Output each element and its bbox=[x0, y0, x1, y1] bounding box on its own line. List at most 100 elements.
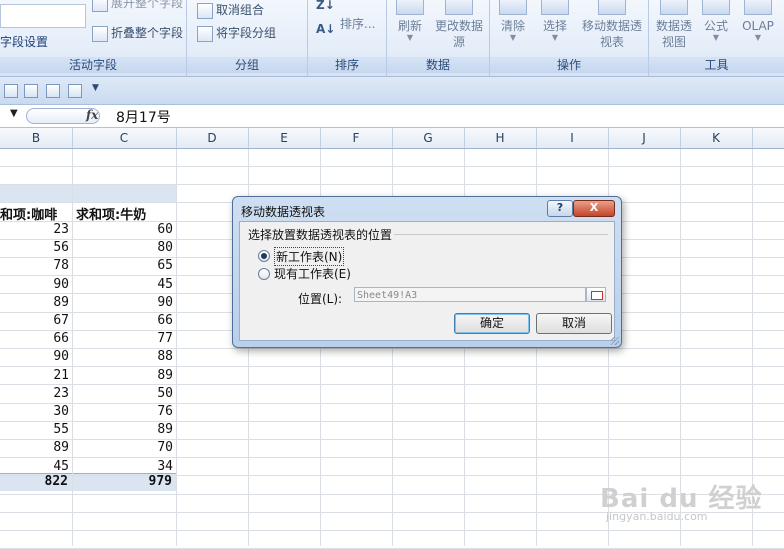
pivot-cell-coffee[interactable]: 78 bbox=[0, 258, 69, 273]
pivot-cell-milk[interactable]: 60 bbox=[72, 222, 173, 237]
pivot-cell-coffee[interactable]: 90 bbox=[0, 277, 69, 292]
ribbon-group-active-field: 字段设置 展开整个字段 折叠整个字段 活动字段 bbox=[0, 0, 187, 76]
sort-az-icon[interactable]: Z↓ bbox=[316, 0, 335, 12]
ribbon-group-data: 刷新 ▼ 更改数据源 数据 bbox=[387, 0, 490, 76]
pivot-cell-milk[interactable]: 76 bbox=[72, 404, 173, 419]
grid-icon[interactable] bbox=[68, 84, 82, 98]
refresh-icon bbox=[396, 0, 424, 15]
radio-new-sheet[interactable] bbox=[258, 250, 270, 262]
column-header-g[interactable]: G bbox=[392, 128, 465, 148]
move-pivot-button[interactable]: 移动数据透视表 bbox=[578, 0, 646, 50]
group-label-tools: 工具 bbox=[649, 57, 784, 73]
ribbon-group-grouping: 取消组合 将字段分组 分组 bbox=[187, 0, 308, 76]
refresh-button[interactable]: 刷新 ▼ bbox=[393, 0, 427, 42]
pivot-cell-milk[interactable]: 90 bbox=[72, 295, 173, 310]
table-icon[interactable] bbox=[4, 84, 18, 98]
field-settings-button[interactable]: 字段设置 bbox=[0, 33, 48, 50]
paint-icon[interactable] bbox=[46, 84, 60, 98]
pivot-cell-coffee[interactable]: 56 bbox=[0, 240, 69, 255]
help-button[interactable]: ? bbox=[547, 200, 573, 217]
column-header-i[interactable]: I bbox=[536, 128, 609, 148]
pivot-cell-milk[interactable]: 70 bbox=[72, 440, 173, 455]
active-field-input[interactable] bbox=[0, 4, 86, 28]
pivot-cell-coffee[interactable]: 23 bbox=[0, 386, 69, 401]
pivot-cell-coffee[interactable]: 89 bbox=[0, 295, 69, 310]
pivot-cell-coffee[interactable]: 23 bbox=[0, 222, 69, 237]
ungroup-button[interactable]: 取消组合 bbox=[197, 1, 264, 19]
sort-button[interactable]: 排序... bbox=[340, 15, 375, 32]
pivot-cell-milk[interactable]: 50 bbox=[72, 386, 173, 401]
expand-field-button[interactable]: 展开整个字段 bbox=[92, 0, 183, 12]
spelling-icon[interactable] bbox=[24, 84, 38, 98]
pivot-header-coffee[interactable]: 和项:咖啡 bbox=[0, 204, 57, 223]
total-coffee[interactable]: 822 bbox=[0, 474, 68, 489]
watermark: Bai du 经验 jingyan.baidu.com bbox=[600, 470, 780, 530]
watermark-url: jingyan.baidu.com bbox=[606, 510, 708, 523]
move-icon bbox=[598, 0, 626, 15]
change-source-button[interactable]: 更改数据源 bbox=[431, 0, 487, 50]
group-label-data: 数据 bbox=[387, 57, 489, 73]
radio-new-sheet-label[interactable]: 新工作表(N) bbox=[274, 247, 345, 266]
formula-input[interactable]: 8月17号 bbox=[116, 107, 171, 127]
chevron-down-icon: ▼ bbox=[551, 33, 559, 42]
total-milk[interactable]: 979 bbox=[72, 474, 172, 489]
pivot-cell-coffee[interactable]: 21 bbox=[0, 368, 69, 383]
column-header-b[interactable]: B bbox=[0, 128, 73, 148]
select-button[interactable]: 选择 ▼ bbox=[536, 0, 574, 42]
group-label-actions: 操作 bbox=[490, 57, 648, 73]
pivot-cell-milk[interactable]: 34 bbox=[72, 459, 173, 474]
pivot-cell-milk[interactable]: 77 bbox=[72, 331, 173, 346]
olap-icon bbox=[744, 0, 772, 15]
pivot-cell-milk[interactable]: 88 bbox=[72, 349, 173, 364]
pivot-cell-coffee[interactable]: 66 bbox=[0, 331, 69, 346]
pivot-cell-coffee[interactable]: 30 bbox=[0, 404, 69, 419]
pivot-header-milk[interactable]: 求和项:牛奶 bbox=[76, 204, 146, 223]
group-field-button[interactable]: 将字段分组 bbox=[197, 24, 276, 42]
pivot-cell-milk[interactable]: 89 bbox=[72, 368, 173, 383]
chart-icon bbox=[660, 0, 688, 15]
sort-za-icon[interactable]: A↓ bbox=[316, 22, 335, 36]
pivot-cell-coffee[interactable]: 67 bbox=[0, 313, 69, 328]
column-header-d[interactable]: D bbox=[176, 128, 249, 148]
formula-button[interactable]: 公式 ▼ bbox=[699, 0, 733, 42]
group-icon bbox=[197, 25, 213, 42]
customize-arrow-icon[interactable]: ▼ bbox=[92, 83, 99, 93]
location-input[interactable]: Sheet49!A3 bbox=[354, 287, 586, 302]
column-header-h[interactable]: H bbox=[464, 128, 537, 148]
dialog-title: 移动数据透视表 bbox=[241, 205, 326, 219]
radio-existing-sheet-label[interactable]: 现有工作表(E) bbox=[274, 265, 351, 282]
dialog-body: 选择放置数据透视表的位置 新工作表(N) 现有工作表(E) 位置(L): She… bbox=[239, 221, 615, 341]
pivot-cell-milk[interactable]: 89 bbox=[72, 422, 173, 437]
column-header-c[interactable]: C bbox=[72, 128, 177, 148]
column-header-j[interactable]: J bbox=[608, 128, 681, 148]
pivot-cell-milk[interactable]: 45 bbox=[72, 277, 173, 292]
pivot-cell-milk[interactable]: 66 bbox=[72, 313, 173, 328]
pivot-cell-coffee[interactable]: 45 bbox=[0, 459, 69, 474]
close-button[interactable]: X bbox=[573, 200, 615, 217]
pivot-cell-milk[interactable]: 80 bbox=[72, 240, 173, 255]
group-label-sort: 排序 bbox=[308, 57, 386, 73]
pivot-cell-milk[interactable]: 65 bbox=[72, 258, 173, 273]
chevron-down-icon: ▼ bbox=[406, 33, 414, 42]
cancel-button[interactable]: 取消 bbox=[536, 313, 612, 334]
clear-button[interactable]: 清除 ▼ bbox=[494, 0, 532, 42]
pivot-chart-button[interactable]: 数据透视图 bbox=[651, 0, 697, 50]
range-picker-icon[interactable] bbox=[586, 287, 606, 302]
pivot-cell-coffee[interactable]: 55 bbox=[0, 422, 69, 437]
name-box-dropdown-icon[interactable]: ▼ bbox=[10, 108, 18, 119]
ungroup-icon bbox=[197, 2, 213, 19]
pivot-cell-coffee[interactable]: 90 bbox=[0, 349, 69, 364]
pivot-cell-coffee[interactable]: 89 bbox=[0, 440, 69, 455]
olap-button[interactable]: OLAP ▼ bbox=[737, 0, 779, 42]
column-header-e[interactable]: E bbox=[248, 128, 321, 148]
data-source-icon bbox=[445, 0, 473, 15]
column-header-k[interactable]: K bbox=[680, 128, 753, 148]
resize-grip-icon[interactable] bbox=[611, 337, 619, 345]
collapse-field-button[interactable]: 折叠整个字段 bbox=[92, 24, 183, 42]
group-label-grouping: 分组 bbox=[187, 57, 307, 73]
column-header-f[interactable]: F bbox=[320, 128, 393, 148]
radio-existing-sheet[interactable] bbox=[258, 268, 270, 280]
ok-button[interactable]: 确定 bbox=[454, 313, 530, 334]
ribbon-group-sort: Z↓ A↓ 排序... 排序 bbox=[308, 0, 387, 76]
fx-icon[interactable]: fx bbox=[86, 108, 98, 122]
